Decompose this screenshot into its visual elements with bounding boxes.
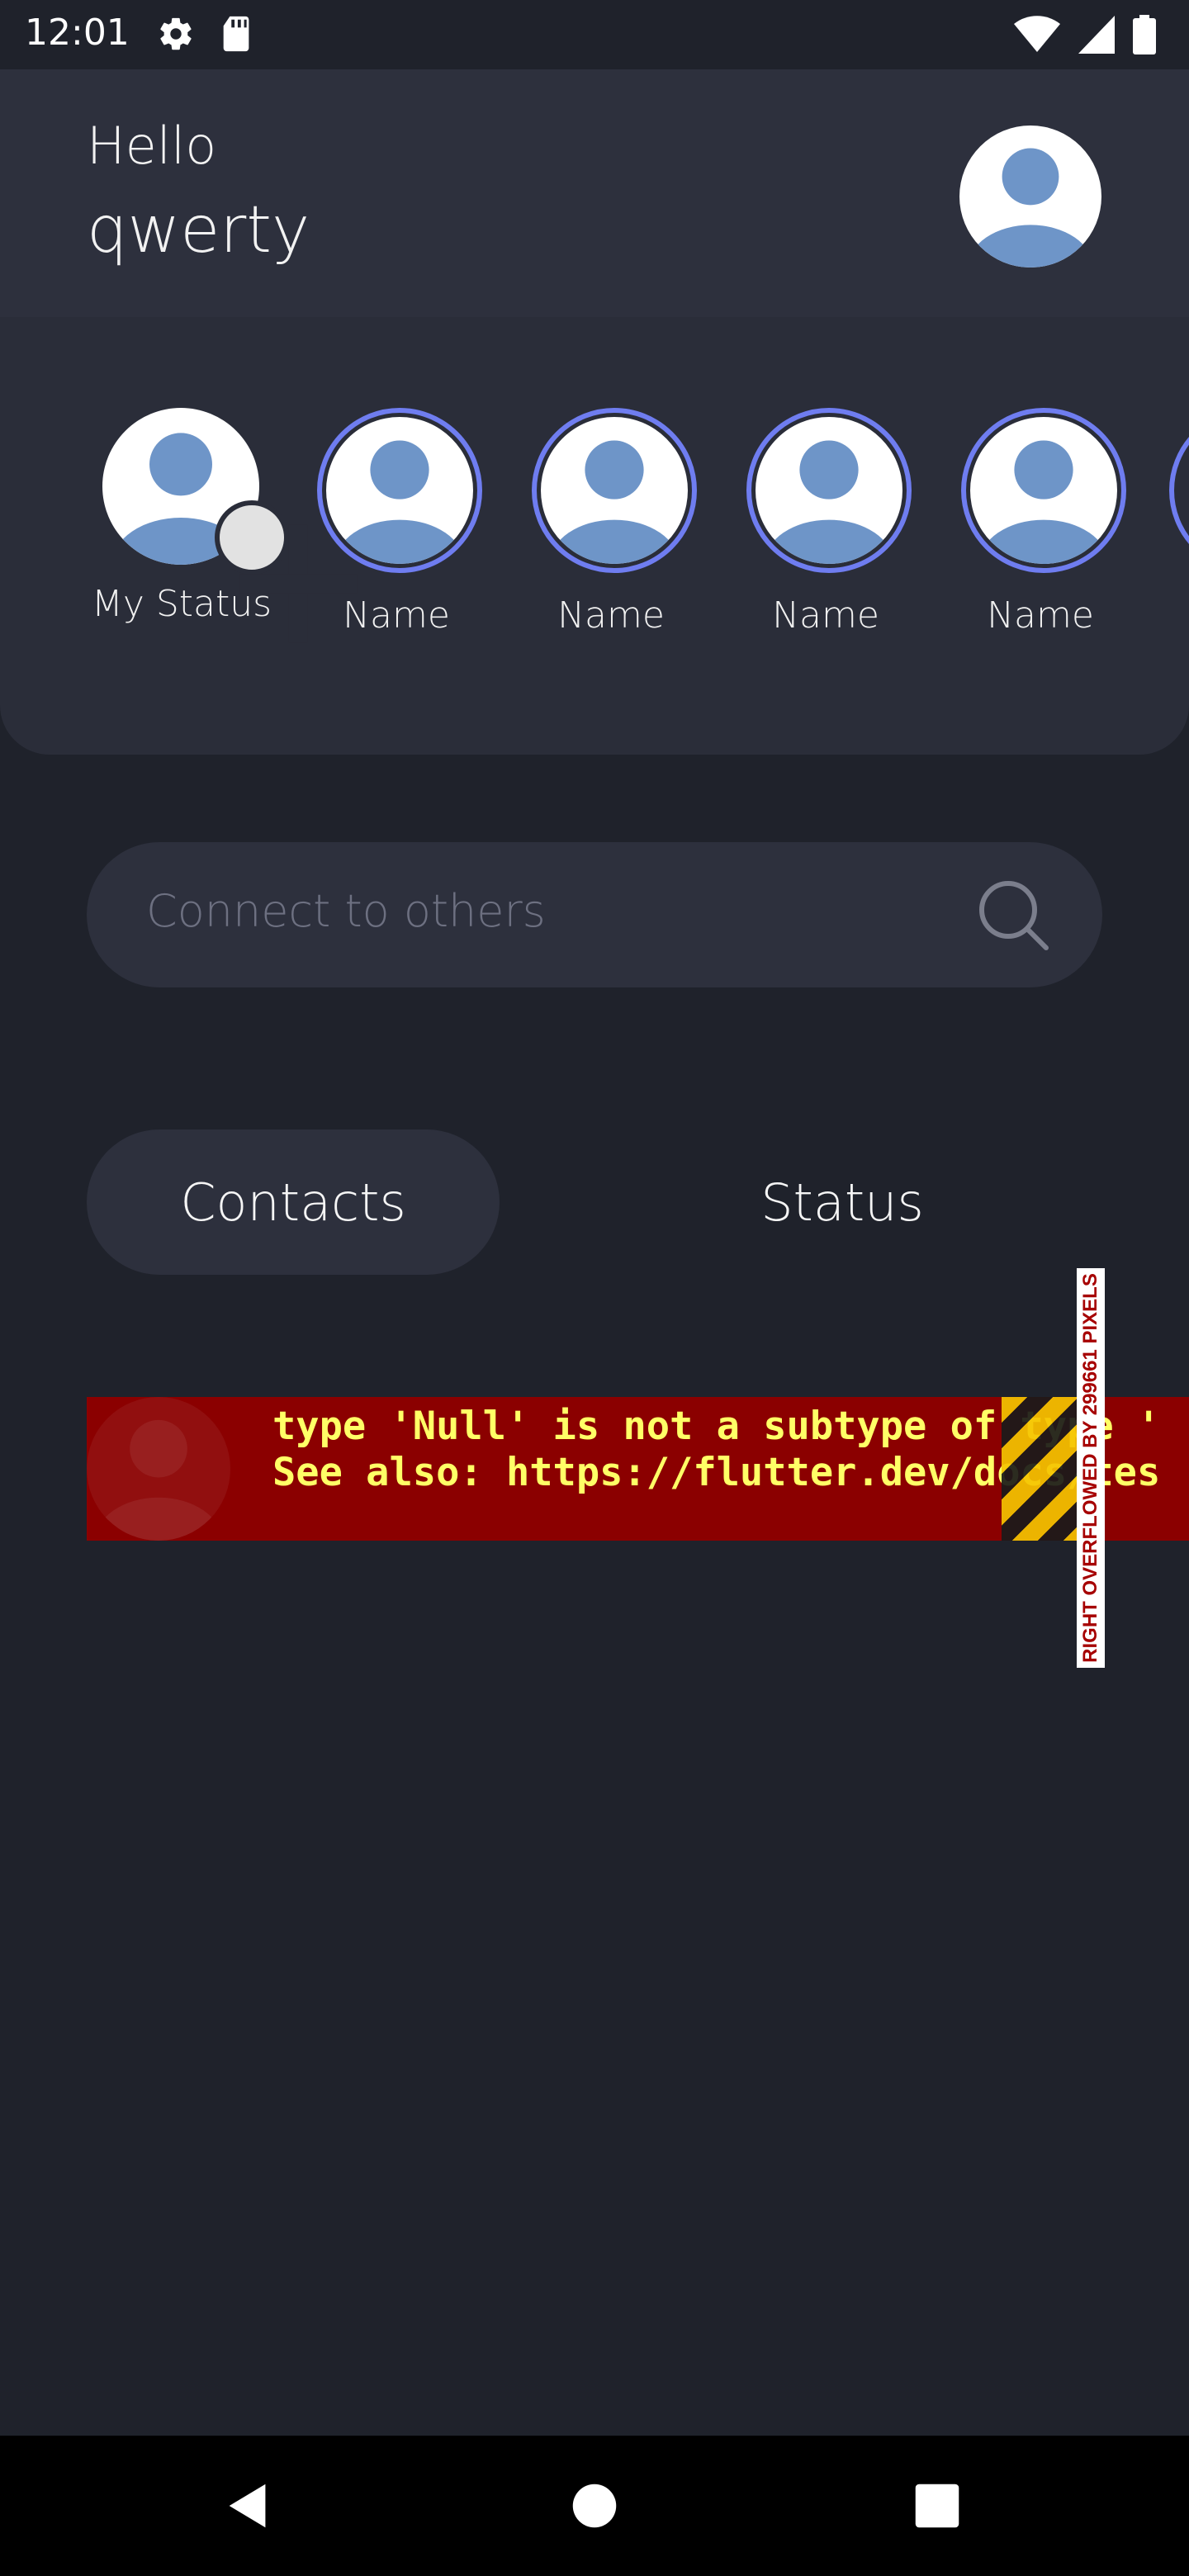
add-status-button[interactable] — [215, 500, 358, 643]
tab-status[interactable]: Status — [636, 1129, 1049, 1275]
avatar — [102, 408, 358, 643]
battery-icon — [1133, 15, 1156, 58]
story-label: Name — [772, 594, 879, 637]
sd-card-icon — [220, 15, 253, 56]
avatar-placeholder-icon — [970, 417, 1117, 564]
error-widget: type 'Null' is not a subtype of type ' S… — [87, 1397, 1189, 1541]
system-nav-bar — [0, 2436, 1189, 2576]
search-icon[interactable] — [973, 875, 1053, 954]
search-placeholder: Connect to others — [146, 885, 546, 937]
avatar — [317, 408, 482, 573]
story-label: Name — [557, 594, 665, 637]
overflow-indicator: RIGHT OVERFLOWED BY 299661 PIXELS — [1077, 1268, 1105, 1668]
profile-avatar[interactable] — [959, 125, 1101, 268]
username-text: qwerty — [87, 193, 310, 268]
contact-avatar — [87, 1397, 230, 1541]
avatar-placeholder-icon — [959, 125, 1101, 268]
header: Hello qwerty — [0, 69, 1189, 317]
avatar-placeholder-icon — [541, 417, 688, 564]
avatar-placeholder-icon — [756, 417, 902, 564]
story-label: My Status — [91, 583, 272, 625]
avatar-placeholder-icon — [326, 417, 473, 564]
greeting-text: Hello — [87, 116, 217, 176]
wifi-icon — [1014, 16, 1060, 57]
home-icon[interactable] — [566, 2477, 623, 2535]
avatar — [746, 408, 912, 573]
stories-panel: My Status Name Name Name Name — [0, 317, 1189, 755]
story-item-partial[interactable] — [1169, 408, 1189, 573]
story-label: Name — [987, 594, 1094, 637]
status-bar: 12:01 — [0, 0, 1189, 69]
avatar-placeholder-icon — [95, 1419, 222, 1541]
cell-signal-icon — [1078, 16, 1115, 57]
story-label: Name — [343, 594, 450, 637]
status-time: 12:01 — [25, 12, 130, 54]
avatar — [532, 408, 697, 573]
recents-icon[interactable] — [908, 2477, 966, 2535]
gear-icon — [157, 15, 195, 56]
back-icon[interactable] — [220, 2477, 277, 2535]
avatar — [961, 408, 1126, 573]
overflow-label: RIGHT OVERFLOWED BY 299661 PIXELS — [1079, 1273, 1101, 1663]
tab-contacts[interactable]: Contacts — [87, 1129, 500, 1275]
overflow-hazard-stripes — [1002, 1397, 1078, 1541]
search-input[interactable]: Connect to others — [87, 842, 1102, 987]
